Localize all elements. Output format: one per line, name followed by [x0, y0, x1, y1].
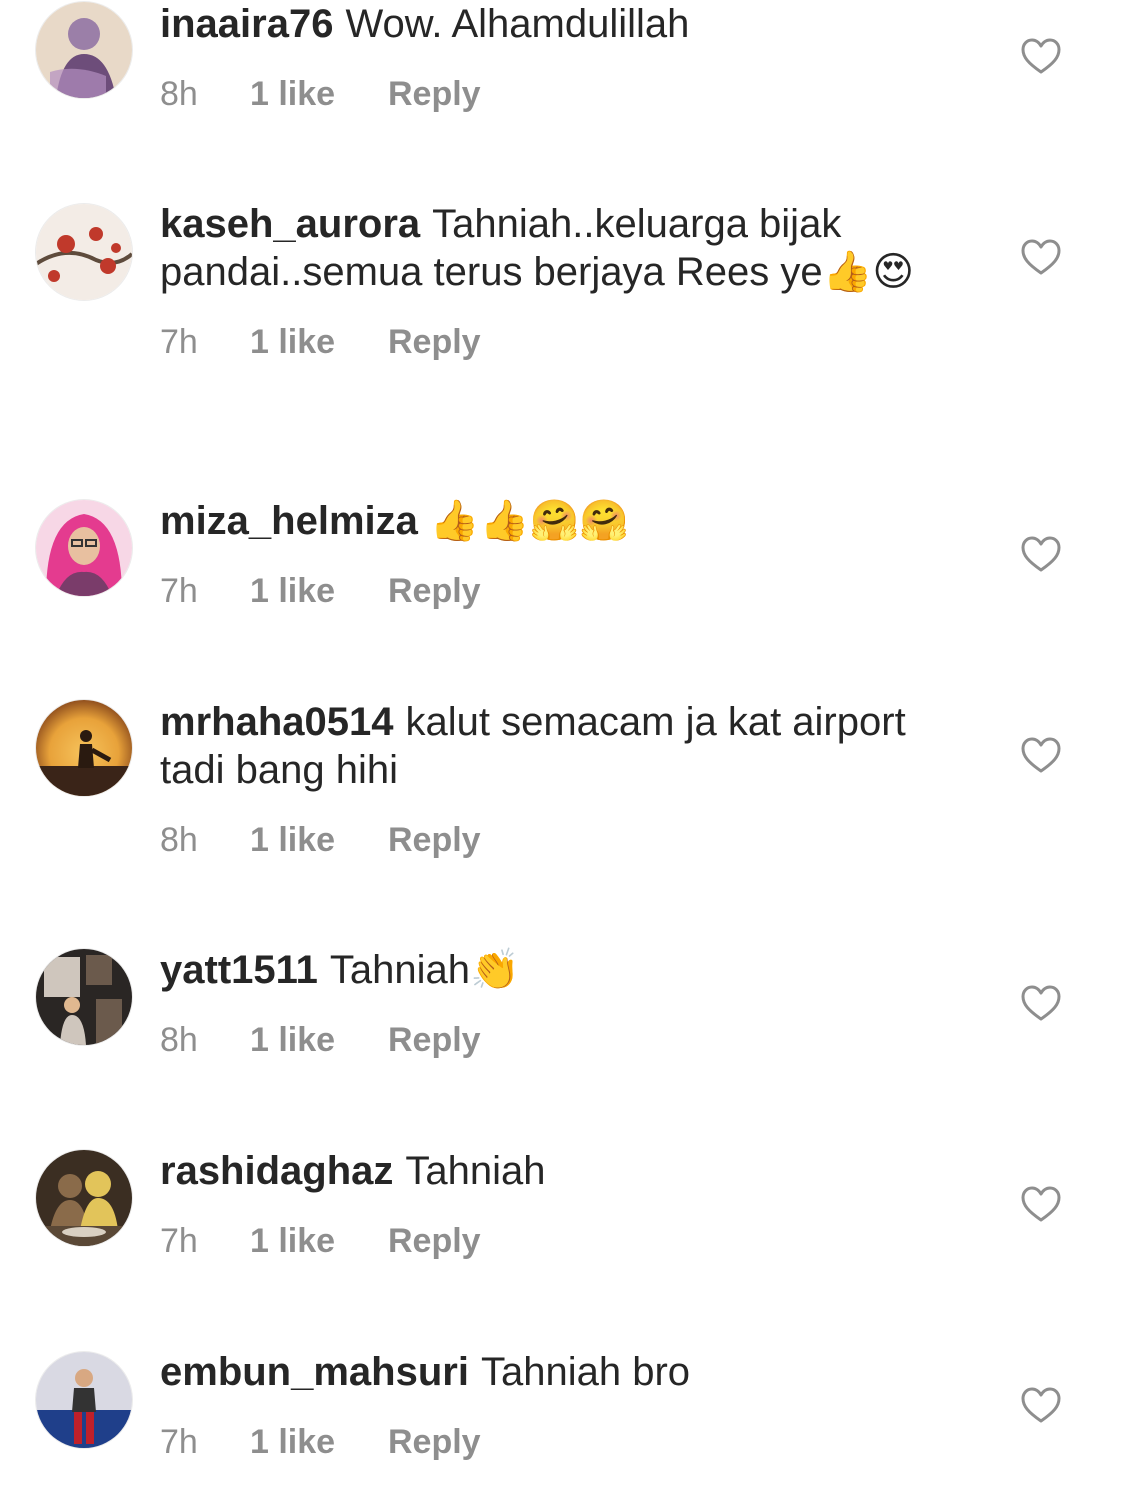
avatar-image — [36, 500, 132, 596]
comment-likes[interactable]: 1 like — [250, 1221, 388, 1261]
comment-text: inaaira76 Wow. Alhamdulillah — [160, 0, 950, 48]
avatar-image — [36, 2, 132, 98]
comment-time: 8h — [160, 1021, 198, 1059]
comment-meta: 7h 1 like Reply — [160, 1221, 950, 1261]
comment-text: mrhaha0514 kalut semacam ja kat airport t… — [160, 698, 950, 794]
reply-button[interactable]: Reply — [388, 571, 481, 611]
comment-text: rashidaghaz Tahniah — [160, 1147, 950, 1195]
reply-button[interactable]: Reply — [388, 74, 481, 114]
avatar[interactable] — [36, 204, 132, 300]
comment-meta: 8h 1 like Reply — [160, 74, 950, 114]
heart-outline-icon[interactable] — [1020, 535, 1062, 573]
comment-username[interactable]: mrhaha0514 — [160, 700, 393, 744]
comment-time: 7h — [160, 1222, 198, 1260]
comment-username[interactable]: inaaira76 — [160, 2, 333, 46]
comment-username[interactable]: rashidaghaz — [160, 1149, 393, 1193]
avatar[interactable] — [36, 1352, 132, 1448]
comment-message: 👍👍🤗🤗 — [429, 498, 630, 544]
comment-username[interactable]: miza_helmiza — [160, 499, 418, 543]
comment-likes[interactable]: 1 like — [250, 820, 388, 860]
reply-button[interactable]: Reply — [388, 1221, 481, 1261]
avatar-image — [36, 1352, 132, 1448]
comment-likes[interactable]: 1 like — [250, 74, 388, 114]
avatar-image — [36, 204, 132, 300]
comment-text: kaseh_aurora Tahniah..keluarga bijak pand… — [160, 200, 950, 296]
avatar[interactable] — [36, 2, 132, 98]
avatar-image — [36, 949, 132, 1045]
heart-outline-icon[interactable] — [1020, 984, 1062, 1022]
comment-meta: 8h 1 like Reply — [160, 1020, 950, 1060]
comment-text: miza_helmiza 👍👍🤗🤗 — [160, 497, 950, 545]
comment-likes[interactable]: 1 like — [250, 322, 388, 362]
heart-outline-icon[interactable] — [1020, 1185, 1062, 1223]
comment-meta: 8h 1 like Reply — [160, 820, 950, 860]
comment-message: Tahniah bro — [480, 1350, 691, 1394]
comment-time: 8h — [160, 821, 198, 859]
comment-likes[interactable]: 1 like — [250, 1422, 388, 1462]
comment-text: yatt1511 Tahniah👏 — [160, 946, 950, 994]
comment-username[interactable]: embun_mahsuri — [160, 1350, 469, 1394]
comment-time: 7h — [160, 323, 198, 361]
heart-outline-icon[interactable] — [1020, 736, 1062, 774]
comment-time: 7h — [160, 572, 198, 610]
avatar[interactable] — [36, 1150, 132, 1246]
comment-message: Wow. Alhamdulillah — [345, 2, 690, 46]
comment-time: 7h — [160, 1423, 198, 1461]
comment-meta: 7h 1 like Reply — [160, 322, 950, 362]
heart-outline-icon[interactable] — [1020, 37, 1062, 75]
comment-likes[interactable]: 1 like — [250, 1020, 388, 1060]
reply-button[interactable]: Reply — [388, 820, 481, 860]
heart-outline-icon[interactable] — [1020, 238, 1062, 276]
avatar-image — [36, 1150, 132, 1246]
reply-button[interactable]: Reply — [388, 1422, 481, 1462]
comment-meta: 7h 1 like Reply — [160, 1422, 950, 1462]
avatar[interactable] — [36, 500, 132, 596]
comment-message: Tahniah — [405, 1149, 546, 1193]
comment-message: Tahniah👏 — [329, 948, 520, 992]
heart-outline-icon[interactable] — [1020, 1386, 1062, 1424]
reply-button[interactable]: Reply — [388, 322, 481, 362]
comment-username[interactable]: yatt1511 — [160, 948, 318, 992]
comment-likes[interactable]: 1 like — [250, 571, 388, 611]
reply-button[interactable]: Reply — [388, 1020, 481, 1060]
avatar[interactable] — [36, 700, 132, 796]
comment-username[interactable]: kaseh_aurora — [160, 202, 420, 246]
comment-meta: 7h 1 like Reply — [160, 571, 950, 611]
avatar[interactable] — [36, 949, 132, 1045]
comment-text: embun_mahsuri Tahniah bro — [160, 1348, 950, 1396]
avatar-image — [36, 700, 132, 796]
comment-time: 8h — [160, 75, 198, 113]
